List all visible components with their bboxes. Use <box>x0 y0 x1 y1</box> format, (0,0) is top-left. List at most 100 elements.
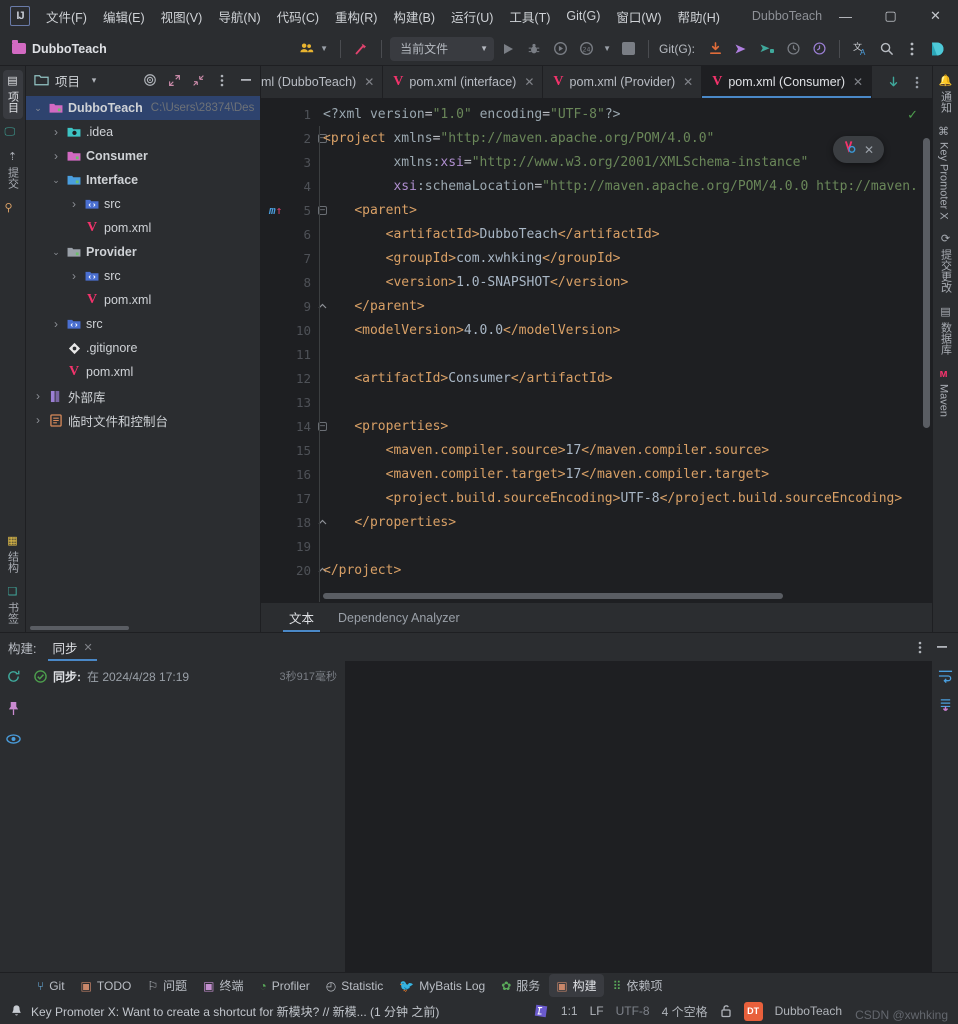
tool-window-button-Statistic[interactable]: ◴ Statistic <box>319 976 391 996</box>
run-configuration-selector[interactable]: 当前文件 ▼ <box>390 36 495 61</box>
tree-node-src[interactable]: › src <box>26 192 260 216</box>
tree-node-DubboTeach[interactable]: ⌄ DubboTeach C:\Users\28374\Des <box>26 96 260 120</box>
menu-item[interactable]: 重构(R) <box>327 3 385 30</box>
gutter-line[interactable]: 9 <box>261 294 327 318</box>
translate-icon[interactable]: 文A <box>848 37 872 61</box>
close-icon[interactable]: ✕ <box>364 75 374 89</box>
right-tool-key-promoter-icon[interactable]: ⌘ Key Promoter X <box>936 121 952 226</box>
build-sync-tree[interactable]: 同步: 在 2024/4/28 17:19 3秒917毫秒 <box>26 661 346 972</box>
gutter-line[interactable]: 10 <box>261 318 317 342</box>
code-line[interactable]: <project.build.sourceEncoding> UTF-8 </pro… <box>317 486 932 510</box>
minimize-panel-icon[interactable] <box>236 70 256 90</box>
gutter-line[interactable]: 11 <box>261 342 317 366</box>
chevron-right-icon[interactable]: › <box>32 413 44 427</box>
close-icon[interactable]: ✕ <box>853 75 863 89</box>
refresh-icon[interactable] <box>6 669 21 687</box>
tree-node-pom.xml[interactable]: Vpom.xml <box>26 360 260 384</box>
menu-item[interactable]: 窗口(W) <box>608 3 669 30</box>
tree-node-.gitignore[interactable]: .gitignore <box>26 336 260 360</box>
indent-setting[interactable]: 4 个空格 <box>662 1003 708 1020</box>
close-icon[interactable]: ✕ <box>864 143 874 157</box>
project-widget[interactable]: DubboTeach <box>8 39 115 59</box>
scroll-down-icon[interactable] <box>882 70 904 94</box>
code-line[interactable] <box>317 390 932 414</box>
menu-item[interactable]: 导航(N) <box>210 3 268 30</box>
tree-node-Consumer[interactable]: › Consumer <box>26 144 260 168</box>
code-line[interactable]: <artifactId> DubboTeach </artifactId> <box>317 222 932 246</box>
tool-window-button-问题[interactable]: ⚐ 问题 <box>140 974 194 997</box>
chevron-down-icon[interactable]: ▼ <box>603 44 611 53</box>
code-line[interactable] <box>317 534 932 558</box>
editor-vertical-scrollbar[interactable] <box>923 138 930 428</box>
gutter-line[interactable]: 8 <box>261 270 317 294</box>
caret-position[interactable]: 1:1 <box>561 1004 578 1018</box>
right-tool-database-icon[interactable]: ▤ 数据库 <box>936 301 956 361</box>
left-tool-commit-icon[interactable]: ⇡ 提交 <box>3 146 23 195</box>
unlocked-icon[interactable] <box>720 1004 732 1018</box>
chevron-right-icon[interactable]: › <box>68 197 80 211</box>
tool-window-button-构建[interactable]: ▣ 构建 <box>549 974 604 997</box>
project-tree[interactable]: ⌄ DubboTeach C:\Users\28374\Des › .idea › Cons… <box>26 94 260 632</box>
history-icon[interactable] <box>781 37 805 61</box>
file-encoding[interactable]: UTF-8 <box>616 1004 650 1018</box>
idea-badge-icon[interactable] <box>533 1003 549 1019</box>
tree-node-src[interactable]: › src <box>26 264 260 288</box>
editor-bottom-tab[interactable]: Dependency Analyzer <box>326 603 472 632</box>
menu-item[interactable]: 构建(B) <box>385 3 443 30</box>
tool-window-button-终端[interactable]: ▣ 终端 <box>196 974 250 997</box>
maven-reload-floating-toolbar[interactable]: ✕ <box>832 136 884 163</box>
run-icon[interactable] <box>496 37 520 61</box>
editor-horizontal-scrollbar[interactable] <box>323 593 783 599</box>
maximize-button[interactable]: ▢ <box>868 0 913 32</box>
left-tool-bookmarks-icon[interactable]: ❑ 书签 <box>3 581 23 630</box>
gutter-line[interactable]: 13 <box>261 390 317 414</box>
gutter-line[interactable]: 15 <box>261 438 317 462</box>
gutter-line[interactable]: 6 <box>261 222 317 246</box>
git-pull-icon[interactable] <box>703 37 727 61</box>
profiler-icon[interactable]: 24 <box>574 37 598 61</box>
close-button[interactable]: ✕ <box>913 0 958 32</box>
code-line[interactable]: xsi:schemaLocation = "http://maven.apache.… <box>317 174 932 198</box>
tool-window-button-TODO[interactable]: ▣ TODO <box>74 976 139 996</box>
close-icon[interactable]: ✕ <box>683 75 693 89</box>
more-vertical-icon[interactable] <box>900 37 924 61</box>
right-tool-bell-icon[interactable]: 🔔 通知 <box>936 70 956 119</box>
expand-all-icon[interactable] <box>164 70 184 90</box>
close-icon[interactable]: ✕ <box>524 75 534 89</box>
code-line[interactable]: <modelVersion> 4.0.0 </modelVersion> <box>317 318 932 342</box>
chevron-right-icon[interactable]: › <box>32 389 44 403</box>
menu-item[interactable]: 运行(U) <box>443 3 501 30</box>
gutter-line[interactable]: m↑ 5– <box>261 198 327 222</box>
menu-item[interactable]: 视图(V) <box>153 3 211 30</box>
left-tool-project-icon[interactable]: ▤ 项目 <box>2 70 23 119</box>
gutter-line[interactable]: 4 <box>261 174 317 198</box>
git-push-icon[interactable] <box>729 37 753 61</box>
menu-item[interactable]: Git(G) <box>558 5 608 27</box>
build-console[interactable] <box>346 661 932 972</box>
code-line[interactable]: <properties> <box>317 414 932 438</box>
gutter-line[interactable]: 14– <box>261 414 327 438</box>
build-sync-row[interactable]: 同步: 在 2024/4/28 17:19 3秒917毫秒 <box>26 665 345 687</box>
code-line[interactable]: </project> <box>317 558 932 582</box>
left-tool-monitor-icon[interactable]: 🖵 <box>3 121 18 144</box>
menu-item[interactable]: 代码(C) <box>269 3 327 30</box>
editor-tab[interactable]: Vpom.xml (Consumer) ✕ <box>702 66 873 98</box>
code-line[interactable]: </properties> <box>317 510 932 534</box>
tree-node-.idea[interactable]: › .idea <box>26 120 260 144</box>
status-message[interactable]: Key Promoter X: Want to create a shortcu… <box>31 1003 439 1020</box>
chevron-right-icon[interactable]: › <box>68 269 80 283</box>
editor-tab[interactable]: Vpom.xml (Provider) ✕ <box>543 66 703 98</box>
gutter-line[interactable]: 3 <box>261 150 317 174</box>
gutter-line[interactable]: 17 <box>261 486 317 510</box>
gutter-line[interactable]: 16 <box>261 462 317 486</box>
menu-item[interactable]: 工具(T) <box>501 3 558 30</box>
more-vertical-icon[interactable] <box>910 637 930 657</box>
code-line[interactable]: <version> 1.0-SNAPSHOT </version> <box>317 270 932 294</box>
code-editor[interactable]: 1 2–3 4 m↑ 5–6 7 8 9 10 11 12 13 14–15 16 17 18 19 20 <?x… <box>261 98 932 602</box>
gutter-line[interactable]: 19 <box>261 534 317 558</box>
build-sync-tab[interactable]: 同步 ✕ <box>46 633 98 661</box>
tree-node-pom.xml[interactable]: Vpom.xml <box>26 216 260 240</box>
gutter-line[interactable]: 2– <box>261 126 327 150</box>
right-tool-commit-changes-icon[interactable]: ⟳ 提交更改 <box>936 228 956 299</box>
code-line[interactable]: <groupId> com.xwhking </groupId> <box>317 246 932 270</box>
